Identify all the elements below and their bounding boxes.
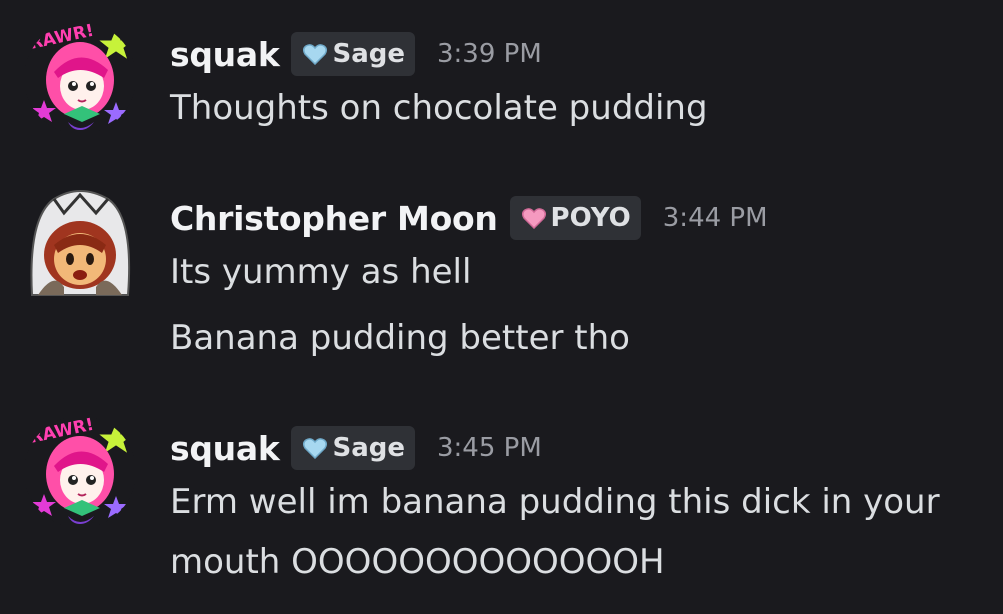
message-text: Its yummy as hell: [170, 252, 472, 292]
blue-heart-icon: [303, 44, 328, 65]
message-text: Thoughts on chocolate pudding: [170, 88, 708, 128]
role-tag[interactable]: Sage: [291, 426, 415, 470]
message-text: Banana pudding better tho: [170, 318, 630, 358]
message-text: Erm well im banana pudding this dick in …: [170, 482, 940, 522]
blue-heart-icon: [303, 438, 328, 459]
avatar[interactable]: [24, 187, 136, 299]
timestamp[interactable]: 3:39 PM: [437, 39, 542, 69]
message-header: squak Sage 3:39 PM: [170, 30, 542, 78]
role-tag[interactable]: POYO: [509, 196, 641, 240]
pink-heart-icon: [521, 208, 546, 229]
timestamp[interactable]: 3:45 PM: [437, 433, 542, 463]
message-text: mouth OOOOOOOOOOOOOH: [170, 542, 665, 582]
timestamp[interactable]: 3:44 PM: [663, 203, 768, 233]
role-tag[interactable]: Sage: [291, 32, 415, 76]
username[interactable]: squak: [170, 429, 280, 468]
avatar[interactable]: RAWR!: [24, 22, 136, 134]
avatar[interactable]: RAWR!: [24, 416, 136, 528]
role-tag-label: Sage: [332, 39, 405, 69]
role-tag-label: Sage: [332, 433, 405, 463]
username[interactable]: Christopher Moon: [170, 199, 498, 238]
role-tag-label: POYO: [550, 203, 631, 233]
message-header: Christopher Moon POYO 3:44 PM: [170, 194, 768, 242]
username[interactable]: squak: [170, 35, 280, 74]
message-header: squak Sage 3:45 PM: [170, 424, 542, 472]
